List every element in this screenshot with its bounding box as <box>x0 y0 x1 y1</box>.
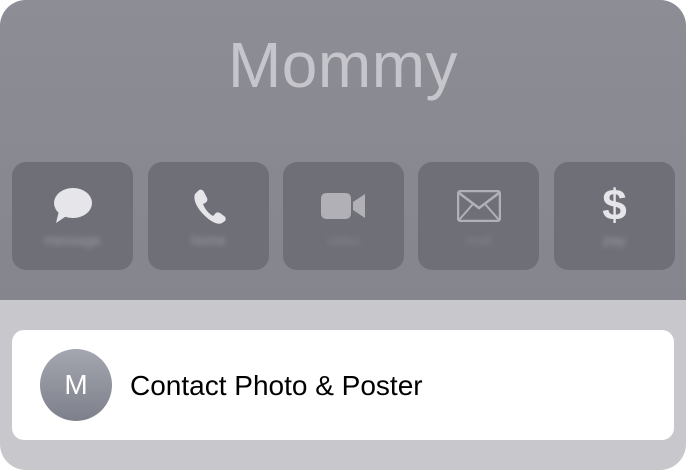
video-camera-icon <box>283 184 404 228</box>
message-action-label: message <box>44 232 101 248</box>
dollar-icon: $ <box>554 184 675 228</box>
call-action-label: home <box>190 232 227 248</box>
avatar: M <box>40 349 112 421</box>
contact-photo-poster-label: Contact Photo & Poster <box>130 370 423 401</box>
message-bubble-icon <box>12 184 133 228</box>
mail-envelope-icon <box>418 184 539 228</box>
mail-action-button[interactable]: mail <box>418 162 539 270</box>
video-action-label: video <box>326 232 361 248</box>
video-action-button[interactable]: video <box>283 162 404 270</box>
pay-action-button[interactable]: $ pay <box>554 162 675 270</box>
contact-photo-poster-row[interactable]: M Contact Photo & Poster <box>12 330 674 440</box>
message-action-button[interactable]: message <box>12 162 133 270</box>
contact-screen: Mommy message home video mail $ pay M Co… <box>0 0 686 470</box>
mail-action-label: mail <box>465 232 492 248</box>
avatar-initial: M <box>64 369 88 400</box>
phone-icon <box>148 184 269 228</box>
pay-action-label: pay <box>603 232 626 248</box>
dollar-symbol: $ <box>602 181 627 230</box>
contact-name: Mommy <box>227 29 459 101</box>
contact-header: Mommy message home video mail $ pay <box>0 0 686 300</box>
quick-actions-row: message home video mail $ pay <box>12 162 676 270</box>
call-action-button[interactable]: home <box>148 162 269 270</box>
